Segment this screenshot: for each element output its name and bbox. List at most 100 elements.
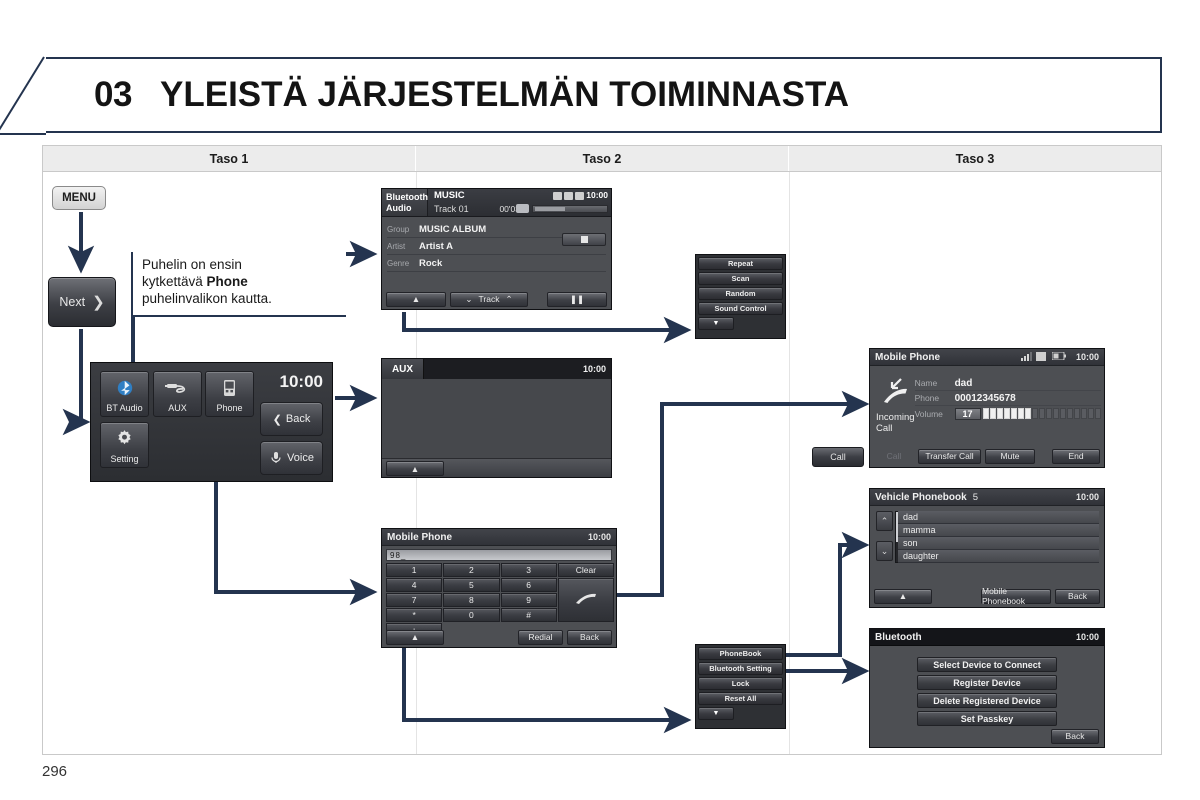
menu-item-bluetooth-setting[interactable]: Bluetooth Setting xyxy=(698,662,783,675)
bt-audio-body: Group MUSIC ALBUM Artist Artist A Genre … xyxy=(382,217,611,272)
phonebook-clock: 10:00 xyxy=(1075,492,1099,502)
phonebook-scroll-up-button[interactable]: ⌃ xyxy=(876,511,893,531)
phone-handset-icon xyxy=(222,372,237,403)
voice-button[interactable]: Voice xyxy=(260,441,323,475)
clear-button[interactable]: Clear xyxy=(557,563,614,577)
bluetooth-footer: Back xyxy=(870,725,1104,747)
home-menu-screen: 10:00 BT Audio AUX Phone Setting ❮ Back … xyxy=(90,362,333,482)
keypad-up-button[interactable]: ▲ xyxy=(386,629,444,645)
menu-item-repeat[interactable]: Repeat xyxy=(698,257,783,270)
dial-button[interactable] xyxy=(557,578,614,622)
callout-line-3: puhelinvalikon kautta. xyxy=(142,291,272,306)
incoming-call-screen: Mobile Phone 10:00 Incoming Call Name da… xyxy=(869,348,1105,468)
mute-button[interactable]: Mute xyxy=(985,448,1035,464)
key-2[interactable]: 2 xyxy=(443,563,500,577)
volume-row: Volume 17 xyxy=(915,406,1101,421)
menu-item-phonebook[interactable]: PhoneBook xyxy=(698,647,783,660)
redial-button[interactable]: Redial xyxy=(518,629,563,645)
volume-bar[interactable] xyxy=(982,408,1101,419)
bt-audio-badge-line-1: Bluetooth xyxy=(386,191,428,202)
incoming-call-status-label: Incoming Call xyxy=(876,412,915,434)
key-hash[interactable]: # xyxy=(500,608,557,622)
table-row: Genre Rock xyxy=(387,255,606,272)
pause-icon: ❚❚ xyxy=(569,293,585,304)
column-divider-2 xyxy=(789,172,790,754)
keypad-back-button[interactable]: Back xyxy=(567,629,612,645)
metadata-value: Artist A xyxy=(419,240,453,252)
bt-audio-badge-line-2: Audio xyxy=(386,202,412,213)
key-4[interactable]: 4 xyxy=(386,578,443,592)
phone-options-menu: PhoneBook Bluetooth Setting Lock Reset A… xyxy=(695,644,786,729)
home-clock: 10:00 xyxy=(279,372,323,391)
key-0[interactable]: 0 xyxy=(443,608,500,622)
bt-audio-up-button[interactable]: ▲ xyxy=(386,291,446,307)
list-item[interactable]: dad xyxy=(898,511,1099,524)
set-passkey-button[interactable]: Set Passkey xyxy=(917,711,1057,726)
bt-audio-track-button[interactable]: ⌄ Track ⌃ xyxy=(450,291,528,307)
mobile-phonebook-button[interactable]: Mobile Phonebook xyxy=(981,586,1051,606)
key-3[interactable]: 3 xyxy=(500,563,557,577)
phonebook-entry-list: dad mamma son daughter xyxy=(898,511,1099,563)
list-item[interactable]: son xyxy=(898,537,1099,550)
aux-header: AUX 10:00 xyxy=(382,359,611,379)
seek-bar[interactable] xyxy=(532,205,608,213)
bt-audio-track-button-label: Track xyxy=(478,294,500,304)
audio-menu-more-button[interactable]: ▼ xyxy=(698,317,734,330)
key-5[interactable]: 5 xyxy=(443,578,500,592)
end-call-button[interactable]: End xyxy=(1052,448,1100,464)
register-device-button[interactable]: Register Device xyxy=(917,675,1057,690)
call-button[interactable]: Call xyxy=(812,447,864,467)
phone-menu-more-button[interactable]: ▼ xyxy=(698,707,734,720)
key-7[interactable]: 7 xyxy=(386,593,443,607)
phonebook-scroll-down-button[interactable]: ⌄ xyxy=(876,541,893,561)
keypad-grid: 1 2 3 Clear 4 5 6 7 8 9 * 0 # + xyxy=(386,563,614,637)
key-6[interactable]: 6 xyxy=(500,578,557,592)
chapter-header-banner: 03 YLEISTÄ JÄRJESTELMÄN TOIMINNASTA xyxy=(0,56,1162,135)
menu-item-lock[interactable]: Lock xyxy=(698,677,783,690)
menu-item-random[interactable]: Random xyxy=(698,287,783,300)
menu-item-sound-control[interactable]: Sound Control xyxy=(698,302,783,315)
menu-button[interactable]: MENU xyxy=(52,186,106,210)
detail-key: Phone xyxy=(914,393,940,403)
phonebook-back-button[interactable]: Back xyxy=(1055,588,1100,604)
tile-aux[interactable]: AUX xyxy=(153,371,202,417)
metadata-value: Rock xyxy=(419,257,443,269)
chevron-right-icon: ❯ xyxy=(92,294,105,311)
bt-audio-status-and-clock: 10:00 xyxy=(553,190,608,200)
tile-label: Phone xyxy=(216,403,243,413)
signal-bars-icon xyxy=(1021,351,1033,363)
menu-item-scan[interactable]: Scan xyxy=(698,272,783,285)
list-item[interactable]: mamma xyxy=(898,524,1099,537)
back-button-label: Back xyxy=(285,413,311,425)
key-9[interactable]: 9 xyxy=(500,593,557,607)
list-item[interactable]: daughter xyxy=(898,550,1099,563)
chapter-number: 03 xyxy=(94,75,132,114)
phonebook-up-button[interactable]: ▲ xyxy=(874,588,932,604)
incoming-call-status: Incoming Call xyxy=(876,376,915,434)
tile-setting[interactable]: Setting xyxy=(100,422,149,468)
tile-label: BT Audio xyxy=(106,403,143,413)
bluetooth-title: Bluetooth xyxy=(875,631,922,643)
phone-number-input[interactable]: 98_ xyxy=(386,549,612,561)
aux-up-button[interactable]: ▲ xyxy=(386,461,444,476)
key-1[interactable]: 1 xyxy=(386,563,443,577)
bluetooth-clock: 10:00 xyxy=(1075,632,1099,642)
incoming-call-title-bar: Mobile Phone 10:00 xyxy=(870,349,1104,366)
tile-phone[interactable]: Phone xyxy=(205,371,254,417)
bluetooth-back-button[interactable]: Back xyxy=(1051,728,1099,744)
back-button[interactable]: ❮ Back xyxy=(260,402,323,436)
battery-icon xyxy=(1051,351,1066,362)
transfer-call-button[interactable]: Transfer Call xyxy=(918,448,981,464)
table-row: Name dad xyxy=(914,376,1101,391)
menu-item-reset-all[interactable]: Reset All xyxy=(698,692,783,705)
bt-audio-pause-button[interactable]: ❚❚ xyxy=(547,291,607,307)
stop-button[interactable] xyxy=(562,233,606,246)
delete-registered-device-button[interactable]: Delete Registered Device xyxy=(917,693,1057,708)
select-device-to-connect-button[interactable]: Select Device to Connect xyxy=(917,657,1057,672)
key-8[interactable]: 8 xyxy=(443,593,500,607)
keypad-clock: 10:00 xyxy=(587,532,611,542)
key-star[interactable]: * xyxy=(386,608,443,622)
next-button[interactable]: Next ❯ xyxy=(48,277,116,327)
tile-bt-audio[interactable]: BT Audio xyxy=(100,371,149,417)
metadata-key: Group xyxy=(387,224,410,234)
